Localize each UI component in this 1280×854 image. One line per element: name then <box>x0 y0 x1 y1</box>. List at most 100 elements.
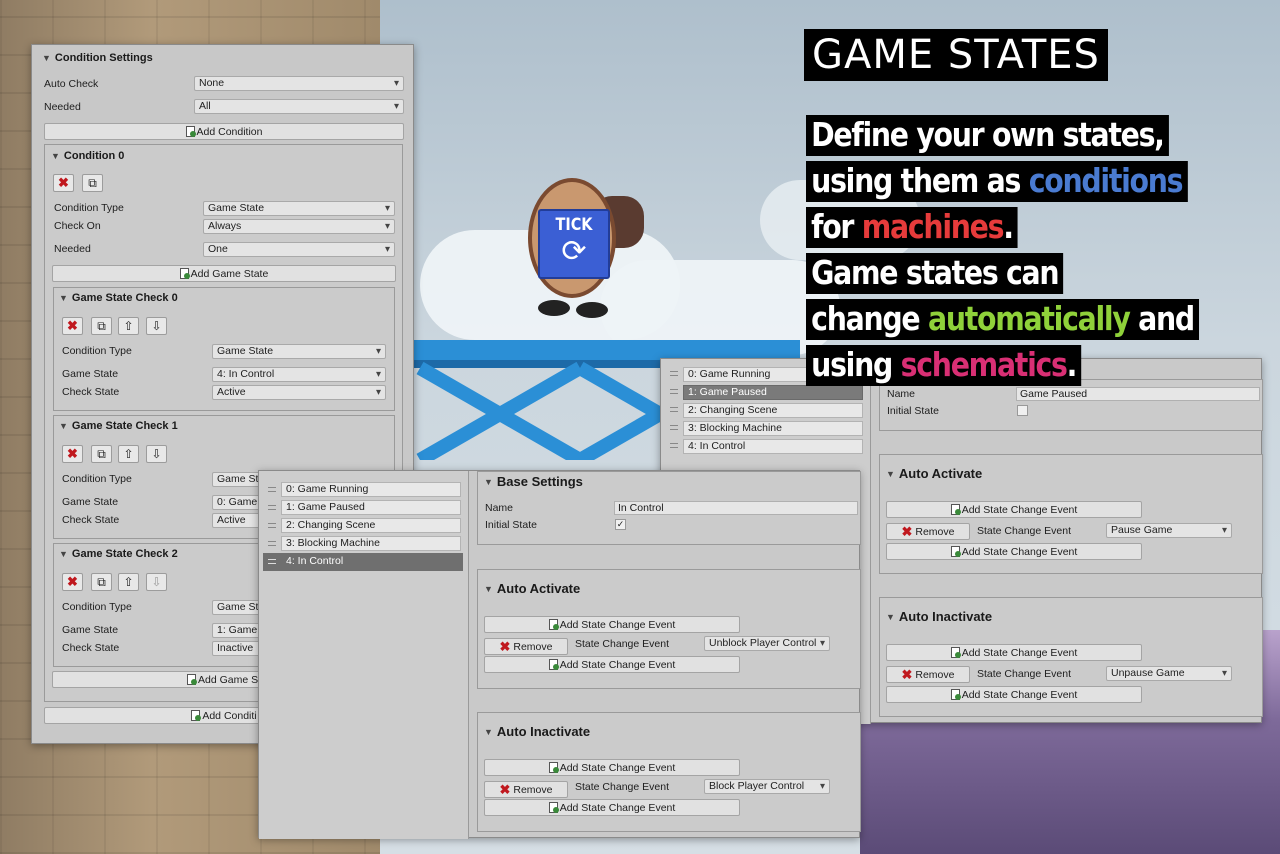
headline-fragment: using <box>811 345 901 384</box>
foldout-arrow-icon[interactable]: ▼ <box>59 293 68 303</box>
state-list-item[interactable]: 2: Changing Scene <box>683 403 863 418</box>
initial-state-checkbox[interactable]: ✓ <box>615 519 626 530</box>
state-change-event-dropdown[interactable]: Unpause Game <box>1106 666 1232 681</box>
grip-icon[interactable] <box>670 425 678 430</box>
condition-type-dropdown[interactable]: Game State <box>212 344 386 359</box>
move-up-button[interactable]: ⇧ <box>118 317 139 335</box>
add-document-icon <box>186 674 197 685</box>
move-up-button[interactable]: ⇧ <box>118 445 139 463</box>
add-state-change-event-button[interactable]: Add State Change Event <box>484 616 740 633</box>
add-state-change-event-button[interactable]: Add State Change Event <box>886 501 1142 518</box>
add-state-change-event-button[interactable]: Add State Change Event <box>484 656 740 673</box>
remove-button[interactable]: ✖ Remove <box>886 523 970 540</box>
move-up-button[interactable]: ⇧ <box>118 573 139 591</box>
check-on-dropdown[interactable]: Always <box>203 219 395 234</box>
foldout-arrow-icon[interactable]: ▼ <box>484 584 493 594</box>
delete-check-button[interactable]: ✖ <box>62 573 83 591</box>
condition-type-label: Condition Type <box>62 473 132 485</box>
add-state-change-event-button[interactable]: Add State Change Event <box>484 759 740 776</box>
state-list-item-selected[interactable]: 1: Game Paused <box>683 385 863 400</box>
state-list-item-selected[interactable]: 4: In Control <box>281 554 461 569</box>
condition-type-dropdown[interactable]: Game State <box>203 201 395 216</box>
name-field[interactable]: Game Paused <box>1016 387 1260 401</box>
grip-icon[interactable] <box>670 371 678 376</box>
state-change-event-dropdown[interactable]: Block Player Control <box>704 779 830 794</box>
grip-icon[interactable] <box>670 407 678 412</box>
state-change-event-dropdown[interactable]: Unblock Player Control <box>704 636 830 651</box>
move-up-icon: ⇧ <box>123 575 134 589</box>
headline-fragment: . <box>1066 345 1078 384</box>
state-change-event-dropdown[interactable]: Pause Game <box>1106 523 1232 538</box>
add-condition-button[interactable]: Add Condition <box>44 123 404 140</box>
headline-fragment: automatically <box>927 299 1131 338</box>
copy-check-button[interactable]: ⧉ <box>91 317 112 335</box>
delete-check-button[interactable]: ✖ <box>62 317 83 335</box>
headline-title: GAME STATES <box>804 29 1108 81</box>
move-up-icon: ⇧ <box>123 319 134 333</box>
move-down-icon: ⇩ <box>151 447 162 461</box>
add-state-change-event-button[interactable]: Add State Change Event <box>484 799 740 816</box>
grip-icon[interactable] <box>268 523 276 528</box>
initial-state-checkbox[interactable] <box>1017 405 1028 416</box>
foldout-arrow-icon[interactable]: ▼ <box>42 53 51 63</box>
remove-button[interactable]: ✖ Remove <box>886 666 970 683</box>
add-document-icon <box>548 762 559 773</box>
move-down-button[interactable]: ⇩ <box>146 317 167 335</box>
foldout-arrow-icon[interactable]: ▼ <box>59 421 68 431</box>
grip-icon[interactable] <box>670 389 678 394</box>
copy-icon: ⧉ <box>97 574 106 589</box>
delete-x-icon: ✖ <box>67 574 78 589</box>
add-state-change-event-button[interactable]: Add State Change Event <box>886 686 1142 703</box>
grip-icon[interactable] <box>268 541 276 546</box>
remove-button[interactable]: ✖ Remove <box>484 638 568 655</box>
game-state-editor-front: 0: Game Running 1: Game Paused 2: Changi… <box>258 470 861 839</box>
add-state-change-event-button[interactable]: Add State Change Event <box>886 644 1142 661</box>
copy-condition-button[interactable]: ⧉ <box>82 174 103 192</box>
grip-icon[interactable] <box>670 443 678 448</box>
headline-fragment: Game states can <box>811 253 1059 292</box>
check-state-dropdown[interactable]: Active <box>212 385 386 400</box>
grip-icon[interactable] <box>268 505 276 510</box>
needed-label: Needed <box>54 243 91 255</box>
state-list-item[interactable]: 2: Changing Scene <box>281 518 461 533</box>
move-down-button[interactable]: ⇩ <box>146 445 167 463</box>
copy-check-button[interactable]: ⧉ <box>91 573 112 591</box>
state-list-item[interactable]: 0: Game Running <box>281 482 461 497</box>
state-list-item[interactable]: 3: Blocking Machine <box>281 536 461 551</box>
game-state-label: Game State <box>62 624 119 636</box>
check-state-label: Check State <box>62 514 120 526</box>
game-state-dropdown[interactable]: 4: In Control <box>212 367 386 382</box>
copy-check-button[interactable]: ⧉ <box>91 445 112 463</box>
delete-x-icon: ✖ <box>499 781 511 797</box>
foldout-arrow-icon[interactable]: ▼ <box>59 549 68 559</box>
headline-line: using them as conditions <box>806 161 1188 202</box>
needed-dropdown[interactable]: One <box>203 242 395 257</box>
foldout-arrow-icon[interactable]: ▼ <box>51 151 60 161</box>
foldout-arrow-icon[interactable]: ▼ <box>886 612 895 622</box>
state-list-item[interactable]: 3: Blocking Machine <box>683 421 863 436</box>
remove-button[interactable]: ✖ Remove <box>484 781 568 798</box>
add-game-state-button[interactable]: Add Game State <box>52 265 396 282</box>
foldout-arrow-icon[interactable]: ▼ <box>484 727 493 737</box>
condition-settings-title: Condition Settings <box>54 52 153 64</box>
name-field[interactable]: In Control <box>614 501 858 515</box>
state-list-item[interactable]: 4: In Control <box>683 439 863 454</box>
headline-line: Game states can <box>806 253 1064 294</box>
move-down-button[interactable]: ⇩ <box>146 573 167 591</box>
delete-check-button[interactable]: ✖ <box>62 445 83 463</box>
add-document-icon <box>548 802 559 813</box>
add-document-icon <box>548 659 559 670</box>
delete-condition-button[interactable]: ✖ <box>53 174 74 192</box>
state-list-item[interactable]: 1: Game Paused <box>281 500 461 515</box>
foldout-arrow-icon[interactable]: ▼ <box>484 477 493 487</box>
add-state-change-event-button[interactable]: Add State Change Event <box>886 543 1142 560</box>
auto-check-dropdown[interactable]: None <box>194 76 404 91</box>
game-state-check-0: ▼ Game State Check 0 ✖ ⧉ ⇧ ⇩ Condition Ty… <box>53 287 395 411</box>
add-document-icon <box>185 126 196 137</box>
needed-dropdown[interactable]: All <box>194 99 404 114</box>
foldout-arrow-icon[interactable]: ▼ <box>886 469 895 479</box>
headline-fragment: schematics <box>900 345 1068 384</box>
grip-icon[interactable] <box>268 559 276 564</box>
grip-icon[interactable] <box>268 487 276 492</box>
auto-activate-front: ▼ Auto Activate Add State Change Event ✖ … <box>477 569 861 689</box>
